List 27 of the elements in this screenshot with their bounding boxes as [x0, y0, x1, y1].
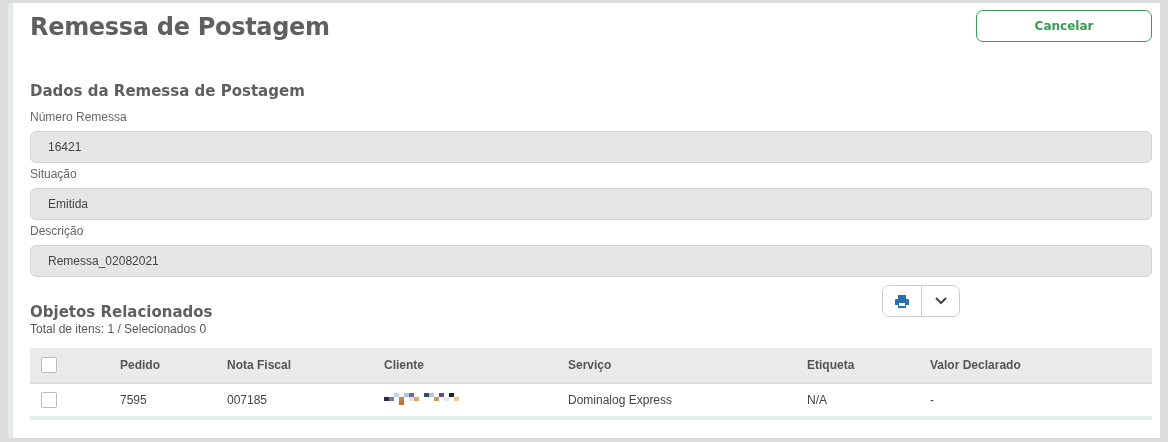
column-header: Cliente — [384, 358, 425, 372]
dropdown-button[interactable] — [921, 286, 959, 316]
table-cell-text: 7595 — [120, 393, 148, 407]
chevron-down-icon — [934, 297, 947, 305]
column-header: Etiqueta — [807, 358, 856, 372]
printer-icon — [895, 294, 909, 308]
input-field[interactable]: 16421 — [30, 131, 1152, 163]
field-label: Descrição — [30, 224, 84, 238]
page-title: Remessa de Postagem — [30, 13, 330, 41]
input-field[interactable]: Emitida — [30, 188, 1152, 220]
cancel-button[interactable]: Cancelar — [976, 10, 1152, 42]
field-label: Número Remessa — [30, 110, 127, 124]
checkbox[interactable] — [41, 357, 57, 373]
section-title: Dados da Remessa de Postagem — [30, 82, 306, 100]
column-header: Serviço — [568, 358, 613, 372]
section-title: Objetos Relacionados — [30, 303, 213, 321]
field-label: Situação — [30, 167, 77, 181]
column-header: Pedido — [120, 358, 161, 372]
table-cell-text: N/A — [807, 393, 828, 407]
item-count: Total de itens: 1 / Selecionados 0 — [30, 322, 208, 336]
column-header: Valor Declarado — [930, 358, 1022, 372]
table-cell-text: Dominalog Express — [568, 393, 674, 407]
column-header: Nota Fiscal — [227, 358, 293, 372]
table-cell-text: 007185 — [227, 393, 269, 407]
checkbox[interactable] — [41, 392, 57, 408]
table-cell-text: - — [930, 393, 935, 407]
input-field[interactable]: Remessa_02082021 — [30, 245, 1152, 277]
